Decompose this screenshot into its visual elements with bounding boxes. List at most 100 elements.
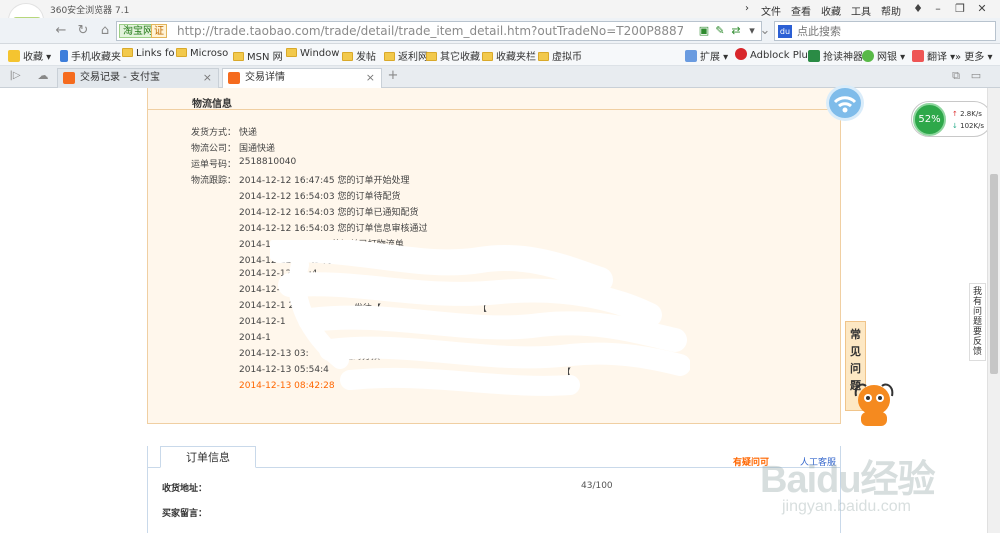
bookmark-favorites[interactable]: 收藏 ▾	[8, 48, 51, 63]
address-value-tail: 43/100	[581, 481, 613, 491]
folder-icon	[384, 52, 395, 61]
menu-help[interactable]: 帮助	[881, 3, 901, 18]
network-speed-widget[interactable]: 52% ↑ 2.8K/s ↓ 102K/s	[911, 101, 992, 137]
bookmark-favbar[interactable]: 收藏夹栏	[482, 48, 536, 63]
tracking-event: 2014-12-12 16:54:03 您的订单待配货	[239, 192, 401, 202]
order-panel: 订单信息 有疑问可 人工客服 收货地址： 43/100 买家留言：	[147, 446, 841, 533]
skin-icon[interactable]: ♦	[909, 1, 927, 16]
extensions-button[interactable]: 扩展 ▾	[685, 48, 728, 63]
mascot-icon[interactable]	[852, 380, 896, 432]
tab-trade-detail[interactable]: 交易详情 ×	[222, 68, 382, 89]
watermark-logo-text: Baidu经验	[760, 459, 936, 501]
search-input[interactable]	[797, 23, 987, 39]
scrollbar-thumb[interactable]	[990, 174, 998, 374]
ticket-grabber-button[interactable]: 抢读神器	[808, 48, 863, 63]
download-speed: 102K/s	[960, 122, 985, 130]
bookmark-label: 更多	[964, 52, 985, 63]
upload-speed: 2.8K/s	[960, 110, 982, 118]
menu-view[interactable]: 查看	[791, 3, 811, 18]
search-engine-icon[interactable]: du	[778, 25, 792, 38]
tab-alipay[interactable]: 交易记录 - 支付宝 ×	[57, 68, 219, 88]
bookmark-label: MSN 网	[247, 52, 283, 63]
edit-icon[interactable]: ✎	[713, 24, 727, 38]
refresh-icon[interactable]: ↻	[74, 22, 92, 40]
ship-method-label: 发货方式：	[191, 128, 237, 138]
new-tab-button[interactable]: +	[384, 67, 402, 85]
ship-method-value: 快递	[239, 128, 258, 138]
watermark-domain: jingyan.baidu.com	[782, 498, 911, 515]
restore-button[interactable]: ❐	[951, 1, 969, 16]
minimize-button[interactable]: –	[929, 1, 947, 16]
bookmark-label: Adblock Plu	[750, 50, 808, 61]
bookmark-label: 抢读神器	[823, 52, 863, 63]
tab-list-icon[interactable]: ⧉	[947, 67, 965, 85]
tracking-event: 2014-12-12 16:54:03 您的订单信息审核通过	[239, 224, 428, 234]
tracking-label: 运单号码：	[191, 160, 237, 170]
bank-icon	[862, 50, 874, 62]
tab-order-info[interactable]: 订单信息	[160, 446, 256, 468]
redaction-scribble	[270, 240, 690, 396]
app-title: 360安全浏览器 7.1	[50, 6, 130, 16]
search-dropdown-icon[interactable]: ⌄	[756, 22, 774, 40]
tracking-number: 2518810040	[239, 157, 297, 167]
feedback-button[interactable]: 我有问题要反馈	[969, 283, 986, 361]
restore-tab-icon[interactable]: ▭	[967, 67, 985, 85]
bookmark-label: 手机收藏夹	[71, 52, 121, 63]
folder-icon	[538, 52, 549, 61]
speed-percent: 52%	[913, 103, 946, 136]
menu-file[interactable]: 文件	[761, 3, 781, 18]
browser-window: 360安全浏览器 7.1 › 文件 查看 收藏 工具 帮助 ♦ – ❐ ✕ ← …	[0, 0, 1000, 533]
cloud-icon[interactable]: ☁	[34, 67, 52, 85]
translate-icon[interactable]: ⇄	[729, 24, 743, 38]
message-label: 买家留言：	[162, 509, 208, 519]
search-box[interactable]: du	[774, 21, 996, 41]
wifi-icon[interactable]	[826, 85, 864, 121]
bookmark-label: 其它收藏	[440, 52, 480, 63]
bookmark-label: 虚拟币	[552, 52, 582, 63]
bookmark-post[interactable]: 发帖	[342, 48, 376, 63]
bookmark-label: 扩展	[700, 52, 720, 63]
green-page-icon[interactable]: ▣	[697, 24, 711, 38]
more-button[interactable]: » 更多 ▾	[955, 48, 993, 63]
menu-favorites[interactable]: 收藏	[821, 3, 841, 18]
tracking-event: 2014-12-12 16:54:03 您的订单已通知配货	[239, 208, 419, 218]
bookmark-microsoft[interactable]: Microso	[176, 48, 228, 59]
address-redaction	[208, 477, 578, 493]
sidebar-toggle-icon[interactable]: |▷	[6, 67, 24, 85]
folder-icon	[233, 52, 244, 61]
title-bar: 360安全浏览器 7.1 › 文件 查看 收藏 工具 帮助 ♦ – ❐ ✕	[0, 0, 1000, 18]
adblock-button[interactable]: Adblock Plu	[735, 48, 808, 61]
bookmark-mobile[interactable]: 手机收藏夹	[60, 48, 121, 63]
translate-icon	[912, 50, 924, 62]
bookmarks-bar: 收藏 ▾ 手机收藏夹 Links fo Microso MSN 网 Window…	[0, 44, 1000, 66]
menu-tools[interactable]: 工具	[851, 3, 871, 18]
bookmark-label: 翻译	[927, 52, 947, 63]
train-icon	[808, 50, 820, 62]
bookmark-label: Window	[300, 48, 340, 59]
close-tab-icon[interactable]: ×	[366, 69, 375, 87]
bookmark-windows[interactable]: Window	[286, 48, 339, 59]
close-button[interactable]: ✕	[973, 1, 991, 16]
cert-badge[interactable]: 证	[151, 24, 167, 38]
back-arrow-icon[interactable]: ←	[52, 22, 70, 40]
bookmark-crypto[interactable]: 虚拟币	[538, 48, 582, 63]
folder-icon	[426, 52, 437, 61]
netbank-button[interactable]: 网银 ▾	[862, 48, 905, 63]
alipay-icon	[63, 72, 75, 84]
bookmark-label: Microso	[190, 48, 229, 59]
tracking-events-label: 物流跟踪：	[191, 176, 237, 186]
close-tab-icon[interactable]: ×	[203, 69, 212, 87]
bookmark-label: 收藏夹栏	[496, 52, 536, 63]
home-icon[interactable]: ⌂	[96, 22, 114, 40]
bookmark-links[interactable]: Links fo	[122, 48, 175, 59]
address-label: 收货地址：	[162, 484, 208, 494]
bookmark-msn[interactable]: MSN 网	[233, 48, 283, 63]
folder-icon	[342, 52, 353, 61]
url-input[interactable]: 淘宝网 证 http://trade.taobao.com/trade/deta…	[116, 21, 762, 41]
menu-arrow-icon[interactable]: ›	[745, 3, 749, 14]
translate-button[interactable]: 翻译 ▾	[912, 48, 955, 63]
bookmark-fanli[interactable]: 返利网	[384, 48, 428, 63]
url-text[interactable]: http://trade.taobao.com/trade/detail/tra…	[177, 24, 683, 38]
vertical-scrollbar[interactable]	[987, 88, 1000, 533]
bookmark-other[interactable]: 其它收藏	[426, 48, 480, 63]
